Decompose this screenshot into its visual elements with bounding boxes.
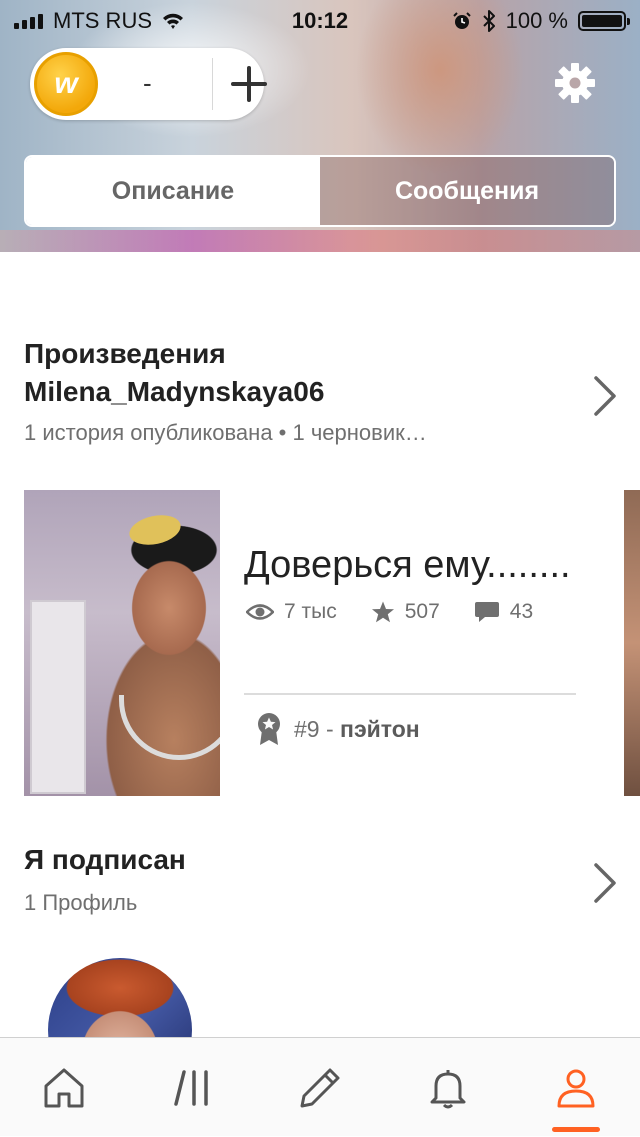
works-username: Milena_Madynskaya06 [24, 376, 325, 407]
nav-write[interactable] [256, 1038, 384, 1137]
comments-stat: 43 [474, 600, 533, 624]
story-title[interactable]: Доверься ему........ [244, 544, 571, 587]
story-stats: 7 тыс 507 43 [246, 600, 567, 624]
award-ribbon-icon [258, 713, 280, 745]
tab-messages[interactable]: Сообщения [320, 157, 614, 225]
cover-chain [119, 695, 220, 760]
coin-divider [212, 58, 213, 110]
rank-text: #9 - пэйтон [294, 716, 420, 743]
tab-description[interactable]: Описание [26, 157, 320, 225]
nav-home[interactable] [0, 1038, 128, 1137]
rank-separator: - [319, 715, 341, 742]
eye-icon [246, 604, 274, 620]
story-divider [244, 693, 576, 695]
votes-count: 507 [404, 600, 440, 623]
battery-icon [578, 11, 630, 31]
gear-icon[interactable] [552, 60, 598, 106]
plus-icon[interactable] [225, 60, 273, 108]
cover-cap-logo [126, 510, 184, 550]
reads-stat: 7 тыс [246, 600, 337, 624]
comment-icon [474, 602, 499, 622]
story-cover-image[interactable] [24, 490, 220, 796]
works-meta: 1 история опубликована • 1 черновик… [24, 420, 427, 445]
library-icon [174, 1069, 208, 1106]
pencil-icon [300, 1068, 340, 1107]
votes-stat: 507 [371, 600, 440, 624]
reads-count: 7 тыс [284, 600, 337, 623]
rank-tag: пэйтон [340, 715, 420, 742]
next-story-cover-edge[interactable] [624, 490, 640, 796]
coin-count: - [143, 68, 152, 98]
chevron-right-icon[interactable] [592, 861, 618, 905]
bell-icon [430, 1069, 466, 1108]
profile-tabs: Описание Сообщения [24, 155, 616, 227]
following-meta: 1 Профиль [24, 890, 138, 915]
home-icon [44, 1068, 84, 1107]
following-title: Я подписан [24, 844, 186, 875]
person-icon [557, 1069, 595, 1107]
comments-count: 43 [509, 600, 534, 623]
battery-percent: 100 % [505, 8, 568, 33]
rank-number: #9 [294, 715, 320, 742]
story-rank[interactable]: #9 - пэйтон [256, 712, 420, 746]
nav-library[interactable] [128, 1038, 256, 1137]
status-bar: MTS RUS 10:12 100 % [0, 0, 640, 40]
cover-door [30, 600, 86, 794]
nav-notifications[interactable] [384, 1038, 512, 1137]
header-photo-strip [0, 230, 640, 252]
star-icon [371, 601, 394, 623]
nav-profile[interactable] [512, 1038, 640, 1137]
following-section-header[interactable]: Я подписан 1 Профиль [24, 844, 616, 916]
alarm-icon [452, 12, 471, 29]
bluetooth-icon [482, 10, 495, 32]
battery-fill [582, 15, 622, 27]
chevron-right-icon[interactable] [592, 374, 618, 418]
coin-balance-widget: w - [30, 48, 267, 120]
works-title: Произведения [24, 338, 226, 369]
active-tab-indicator [552, 1127, 600, 1132]
coin-icon[interactable]: w [34, 52, 98, 116]
works-section-header[interactable]: Произведения Milena_Madynskaya06 1 истор… [24, 338, 616, 446]
bottom-navigation [0, 1037, 640, 1136]
status-right: 100 % [452, 8, 630, 34]
